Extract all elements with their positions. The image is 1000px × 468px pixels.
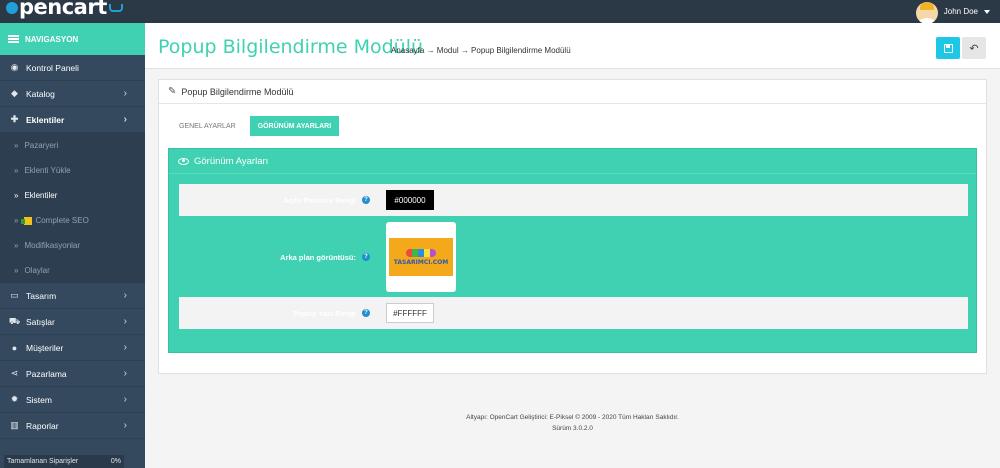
orders-progress: Tamamlanan Siparişler 0% <box>4 455 124 468</box>
logo-bubbles-icon <box>406 248 436 257</box>
chevron-right-icon: › <box>123 316 127 327</box>
text-color-label: Popup Yazı Rengi <box>293 308 356 318</box>
dashboard-icon: ◉ <box>10 62 19 72</box>
text-color-picker[interactable]: #FFFFFF <box>386 303 434 323</box>
panel-header: ✎ Popup Bilgilendirme Modülü <box>159 80 986 104</box>
sidebar-subitem-complete-seo[interactable]: » Complete SEO <box>0 208 145 233</box>
menu-icon <box>8 35 19 43</box>
double-chevron-icon: » <box>14 166 19 175</box>
navigation-header[interactable]: NAVIGASYON <box>0 23 145 55</box>
footer-copyright: Altyapı: OpenCart Geliştirici: E-Piksel … <box>466 414 679 421</box>
footer: Altyapı: OpenCart Geliştirici: E-Piksel … <box>145 412 1000 434</box>
save-button[interactable] <box>936 37 960 59</box>
help-icon[interactable]: ? <box>362 309 370 317</box>
appearance-settings-header: Görünüm Ayarları <box>169 149 976 174</box>
eye-icon <box>178 157 189 165</box>
chevron-right-icon: › <box>123 290 127 301</box>
tab-genel-ayarlar[interactable]: GENEL AYARLAR <box>171 116 244 136</box>
sidebar-subitem-eklenti-yukle[interactable]: » Eklenti Yükle <box>0 158 145 183</box>
help-icon[interactable]: ? <box>362 196 370 204</box>
sidebar-item-sistem[interactable]: ✹ Sistem › <box>0 387 145 413</box>
bg-color-label: Açılır Pencere Rengi <box>283 195 356 205</box>
cart-icon: ⛟ <box>8 315 21 326</box>
gear-icon: ✹ <box>10 394 19 404</box>
bg-image-row: Arka plan görüntüsü: ? TASARIMCI.COM <box>179 221 968 293</box>
sidebar-item-raporlar[interactable]: ▥ Raporlar › <box>0 413 145 439</box>
double-chevron-icon: » <box>14 141 19 150</box>
chevron-down-icon: › <box>123 114 127 125</box>
avatar <box>915 1 938 24</box>
chevron-right-icon: › <box>123 88 127 99</box>
double-chevron-icon: » <box>14 191 19 200</box>
tag-icon: ◆ <box>11 88 18 98</box>
sidebar-subitem-olaylar[interactable]: » Olaylar <box>0 258 145 283</box>
footer-version: Sürüm 3.0.2.0 <box>552 425 593 432</box>
double-chevron-icon: » <box>14 241 19 250</box>
bg-image-preview: TASARIMCI.COM <box>389 238 453 276</box>
tab-gorunum-ayarlari[interactable]: GÖRÜNÜM AYARLARI <box>249 116 340 136</box>
sidebar-item-katalog[interactable]: ◆ Katalog › <box>0 81 145 107</box>
puzzle-icon: ✚ <box>10 114 19 124</box>
appearance-settings-box: Görünüm Ayarları Açılır Pencere Rengi ? … <box>168 148 977 353</box>
cart-logo-icon <box>108 4 123 12</box>
sidebar-item-musteriler[interactable]: ● Müşteriler › <box>0 335 145 361</box>
user-icon: ● <box>11 342 18 353</box>
sidebar-item-satislar[interactable]: ⛟ Satışlar › <box>0 309 145 335</box>
text-color-row: Popup Yazı Rengi ? #FFFFFF <box>179 297 968 329</box>
chevron-right-icon: › <box>123 394 127 405</box>
bar-chart-icon: ▥ <box>10 420 19 430</box>
double-chevron-icon: » <box>14 216 19 225</box>
bg-color-picker[interactable]: #000000 <box>386 190 434 210</box>
settings-tabs: GENEL AYARLAR GÖRÜNÜM AYARLARI <box>171 116 340 136</box>
seo-icon <box>21 216 33 225</box>
user-name: John Doe <box>943 7 978 16</box>
caret-down-icon <box>984 9 990 14</box>
help-icon[interactable]: ? <box>362 253 370 261</box>
bg-color-row: Açılır Pencere Rengi ? #000000 <box>179 184 968 216</box>
chevron-right-icon: › <box>123 420 127 431</box>
desktop-icon: ▭ <box>10 290 19 300</box>
double-chevron-icon: » <box>14 266 19 275</box>
user-menu[interactable]: John Doe <box>915 0 990 24</box>
chevron-right-icon: › <box>123 368 127 379</box>
bg-image-thumbnail[interactable]: TASARIMCI.COM <box>386 222 456 292</box>
sidebar: NAVIGASYON ◉ Kontrol Paneli ◆ Katalog › … <box>0 23 145 468</box>
sidebar-item-pazarlama[interactable]: ⋖ Pazarlama › <box>0 361 145 387</box>
chevron-right-icon: › <box>123 342 127 353</box>
logo-o-icon <box>6 2 18 14</box>
page-header: Popup Bilgilendirme Modülü Anasayfa → Mo… <box>145 23 1000 69</box>
page-title: Popup Bilgilendirme Modülü <box>158 36 424 58</box>
share-icon: ⋖ <box>10 368 19 378</box>
top-bar: pencart John Doe <box>0 0 1000 24</box>
module-panel: ✎ Popup Bilgilendirme Modülü GENEL AYARL… <box>158 79 987 374</box>
sidebar-item-tasarim[interactable]: ▭ Tasarım › <box>0 283 145 309</box>
sidebar-item-eklentiler[interactable]: ✚ Eklentiler › <box>0 107 145 133</box>
save-icon <box>943 43 953 53</box>
sidebar-subitem-eklentiler[interactable]: » Eklentiler <box>0 183 145 208</box>
sidebar-subitem-modifikasyonlar[interactable]: » Modifikasyonlar <box>0 233 145 258</box>
main-content: Popup Bilgilendirme Modülü Anasayfa → Mo… <box>145 23 1000 468</box>
bg-image-label: Arka plan görüntüsü: <box>280 252 356 262</box>
breadcrumb[interactable]: Anasayfa → Modul → Popup Bilgilendirme M… <box>391 46 571 55</box>
opencart-logo[interactable]: pencart <box>6 0 123 19</box>
pencil-icon: ✎ <box>168 86 177 97</box>
back-button[interactable]: ↶ <box>962 37 986 59</box>
sidebar-item-kontrol-paneli[interactable]: ◉ Kontrol Paneli <box>0 55 145 81</box>
reply-icon: ↶ <box>969 42 979 55</box>
sidebar-subitem-pazaryeri[interactable]: » Pazaryeri <box>0 133 145 158</box>
